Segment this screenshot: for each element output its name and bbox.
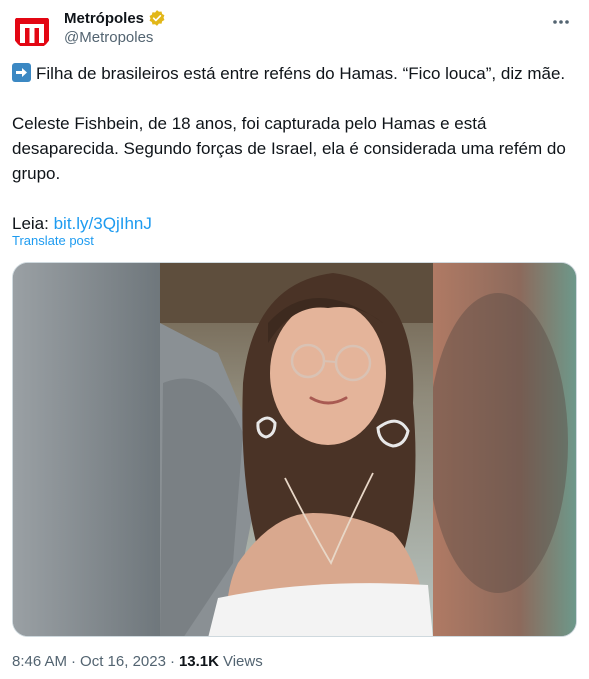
- views-count: 13.1K: [178, 653, 219, 670]
- tweet-meta: 8:46 AM · Oct 16, 2023 · 13.1K Views: [12, 653, 263, 670]
- tweet-photo[interactable]: [12, 262, 577, 637]
- tweet-time[interactable]: 8:46 AM: [12, 653, 67, 670]
- more-options-button[interactable]: [549, 12, 573, 32]
- author-info: Metrópoles @Metropoles: [64, 8, 166, 46]
- tweet-text: Filha de brasileiros está entre reféns d…: [12, 61, 577, 236]
- metropoles-logo-icon: [15, 18, 49, 46]
- tweet-headline: Filha de brasileiros está entre reféns d…: [12, 61, 577, 86]
- verified-badge-icon: [148, 9, 166, 27]
- article-link[interactable]: bit.ly/3QjIhnJ: [54, 214, 152, 233]
- translate-post-button[interactable]: Translate post: [12, 233, 94, 248]
- photo-image: [13, 263, 576, 636]
- avatar[interactable]: [12, 10, 52, 50]
- tweet-card: Metrópoles @Metropoles Filha de brasilei…: [0, 0, 589, 679]
- tweet-read-line: Leia: bit.ly/3QjIhnJ: [12, 214, 152, 233]
- handle[interactable]: @Metropoles: [64, 29, 166, 46]
- tweet-header: Metrópoles @Metropoles: [12, 8, 577, 50]
- views-label: Views: [222, 653, 263, 670]
- tweet-body: Celeste Fishbein, de 18 anos, foi captur…: [12, 114, 566, 183]
- display-name[interactable]: Metrópoles: [64, 10, 144, 27]
- tweet-date[interactable]: Oct 16, 2023: [80, 653, 166, 670]
- more-horizontal-icon: [553, 20, 569, 24]
- right-arrow-emoji-icon: [12, 63, 31, 82]
